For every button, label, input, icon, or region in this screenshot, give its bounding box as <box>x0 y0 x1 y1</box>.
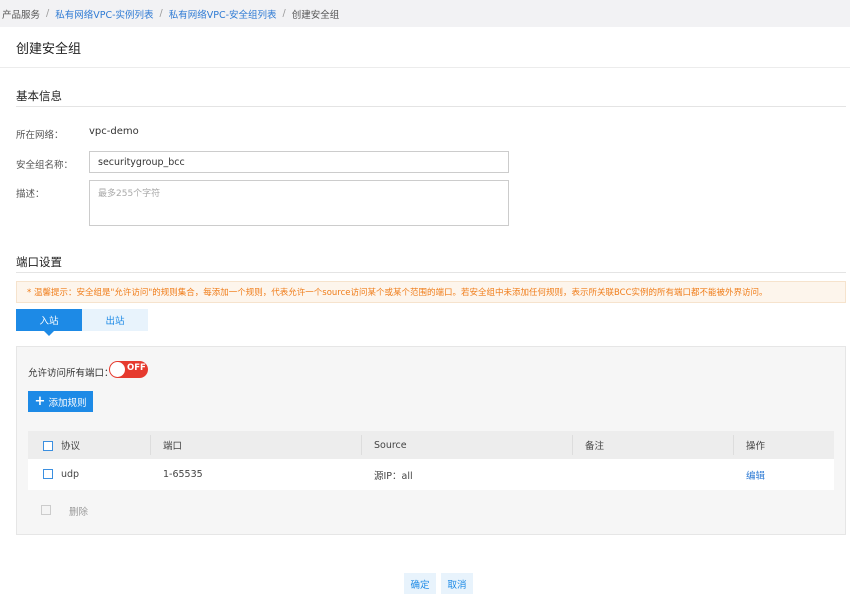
column-header-port: 端口 <box>163 441 183 452</box>
toggle-state-text: OFF <box>127 363 146 373</box>
warning-notice: * 温馨提示：安全组是"允许访问"的规则集合，每添加一个规则，代表允许一个sou… <box>16 281 846 303</box>
row-source: 源IP：all <box>374 470 413 482</box>
name-label: 安全组名称： <box>16 160 74 171</box>
table-row: udp 1-65535 源IP：all 编辑 <box>28 459 834 490</box>
breadcrumb-item-products[interactable]: 产品服务 <box>2 7 40 21</box>
network-value: vpc-demo <box>89 126 139 137</box>
add-rule-label: 添加规则 <box>48 397 87 409</box>
delete-checkbox <box>41 505 51 515</box>
security-group-name-input[interactable] <box>89 151 509 173</box>
row-edit-link[interactable]: 编辑 <box>746 459 765 490</box>
column-divider <box>361 435 362 455</box>
confirm-button[interactable]: 确定 <box>404 573 436 594</box>
allow-all-ports-label: 允许访问所有端口： <box>28 368 114 379</box>
port-settings-title: 端口设置 <box>16 255 62 269</box>
row-protocol: udp <box>61 469 80 480</box>
toggle-knob <box>110 362 125 377</box>
rules-table-header: 协议 端口 Source 备注 操作 <box>28 431 834 459</box>
column-header-protocol: 协议 <box>61 441 81 452</box>
description-label: 描述： <box>16 189 45 200</box>
breadcrumb-item-security-group-list[interactable]: 私有网络VPC-安全组列表 <box>169 7 277 21</box>
breadcrumb-item-vpc-list[interactable]: 私有网络VPC-实例列表 <box>55 7 153 21</box>
column-header-action: 操作 <box>746 441 766 452</box>
allow-all-ports-toggle[interactable]: OFF <box>109 361 148 378</box>
breadcrumb: 产品服务 / 私有网络VPC-实例列表 / 私有网络VPC-安全组列表 / 创建… <box>0 0 850 27</box>
row-checkbox[interactable] <box>43 469 53 479</box>
breadcrumb-separator: / <box>46 8 50 19</box>
page-title: 创建安全组 <box>16 42 82 57</box>
basic-info-title: 基本信息 <box>16 89 62 103</box>
port-settings-divider <box>16 272 846 273</box>
title-divider <box>0 67 850 68</box>
plus-icon: + <box>34 394 46 409</box>
column-divider <box>150 435 151 455</box>
breadcrumb-item-current: 创建安全组 <box>291 9 340 21</box>
basic-info-divider <box>16 106 846 107</box>
column-divider <box>733 435 734 455</box>
description-textarea[interactable] <box>89 180 509 226</box>
row-port: 1-65535 <box>163 469 203 480</box>
add-rule-button[interactable]: + 添加规则 <box>28 391 93 412</box>
network-label: 所在网络： <box>16 130 64 141</box>
delete-button[interactable]: 删除 <box>69 504 88 518</box>
column-header-source: Source <box>374 439 407 451</box>
cancel-button[interactable]: 取消 <box>441 573 473 594</box>
breadcrumb-separator: / <box>159 8 163 19</box>
select-all-checkbox[interactable] <box>43 441 53 451</box>
tab-outbound[interactable]: 出站 <box>82 309 148 331</box>
column-divider <box>572 435 573 455</box>
column-header-remark: 备注 <box>585 441 605 452</box>
tab-inbound[interactable]: 入站 <box>16 309 82 336</box>
breadcrumb-separator: / <box>282 8 286 19</box>
